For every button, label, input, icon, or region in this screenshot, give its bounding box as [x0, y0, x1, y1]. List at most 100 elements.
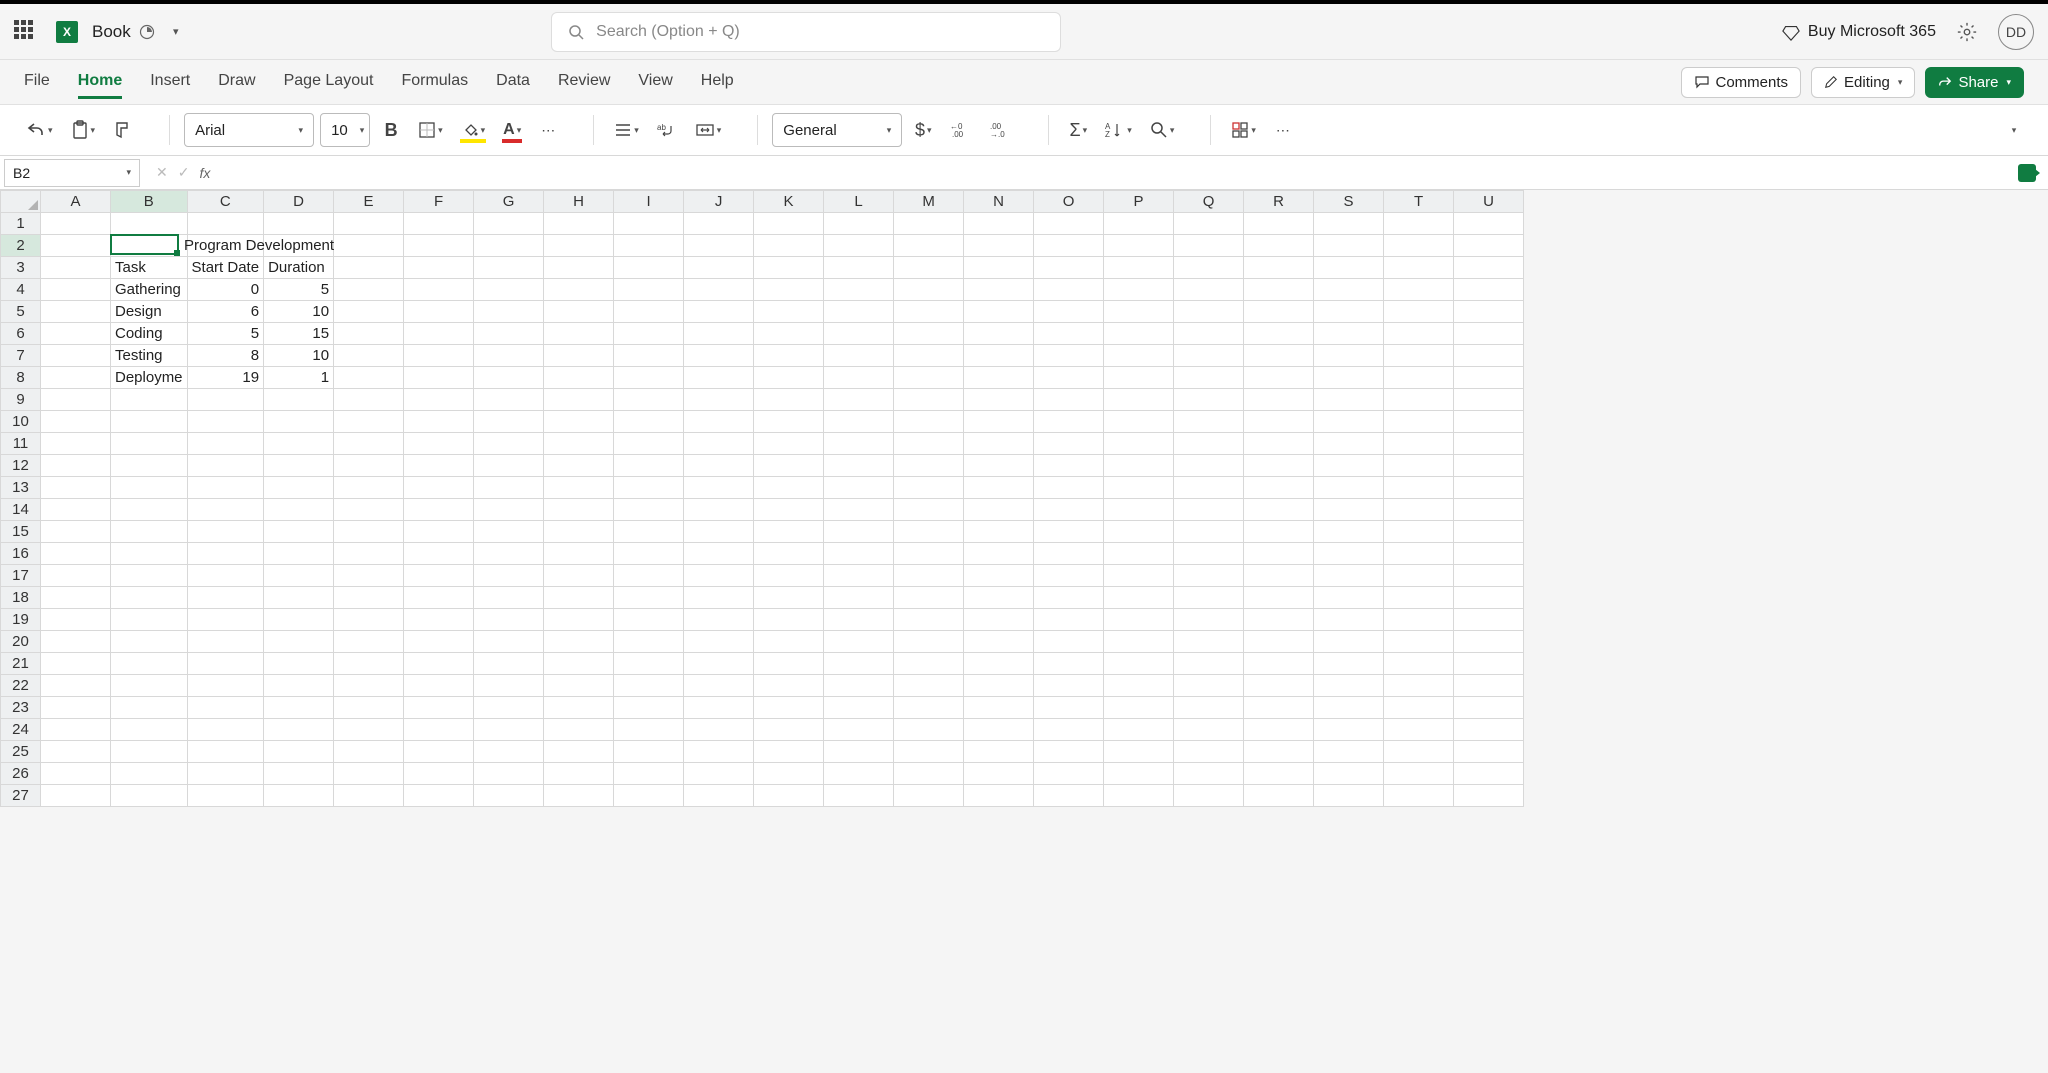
cell-N12[interactable]	[964, 455, 1034, 477]
cell-Q10[interactable]	[1174, 411, 1244, 433]
cell-P3[interactable]	[1104, 257, 1174, 279]
cell-P14[interactable]	[1104, 499, 1174, 521]
cell-H27[interactable]	[544, 785, 614, 807]
cell-R23[interactable]	[1244, 697, 1314, 719]
cell-G22[interactable]	[474, 675, 544, 697]
cell-J8[interactable]	[684, 367, 754, 389]
cell-E23[interactable]	[334, 697, 404, 719]
cell-I17[interactable]	[614, 565, 684, 587]
cell-M13[interactable]	[894, 477, 964, 499]
cell-E14[interactable]	[334, 499, 404, 521]
cell-A3[interactable]	[41, 257, 111, 279]
cell-D15[interactable]	[264, 521, 334, 543]
cell-O20[interactable]	[1034, 631, 1104, 653]
cell-T1[interactable]	[1384, 213, 1454, 235]
cell-L2[interactable]	[824, 235, 894, 257]
cell-A20[interactable]	[41, 631, 111, 653]
cell-Q18[interactable]	[1174, 587, 1244, 609]
cell-G6[interactable]	[474, 323, 544, 345]
cell-A19[interactable]	[41, 609, 111, 631]
cell-A8[interactable]	[41, 367, 111, 389]
cell-N5[interactable]	[964, 301, 1034, 323]
cell-P21[interactable]	[1104, 653, 1174, 675]
cell-K22[interactable]	[754, 675, 824, 697]
cell-K13[interactable]	[754, 477, 824, 499]
cell-I14[interactable]	[614, 499, 684, 521]
cell-M17[interactable]	[894, 565, 964, 587]
cell-G13[interactable]	[474, 477, 544, 499]
cell-P19[interactable]	[1104, 609, 1174, 631]
cell-R12[interactable]	[1244, 455, 1314, 477]
cell-R11[interactable]	[1244, 433, 1314, 455]
cell-K12[interactable]	[754, 455, 824, 477]
cell-L26[interactable]	[824, 763, 894, 785]
cell-A16[interactable]	[41, 543, 111, 565]
cell-S16[interactable]	[1314, 543, 1384, 565]
cell-Q9[interactable]	[1174, 389, 1244, 411]
cell-J9[interactable]	[684, 389, 754, 411]
cell-G8[interactable]	[474, 367, 544, 389]
cell-O11[interactable]	[1034, 433, 1104, 455]
cell-A12[interactable]	[41, 455, 111, 477]
cell-B1[interactable]	[111, 213, 188, 235]
cell-Q27[interactable]	[1174, 785, 1244, 807]
share-button[interactable]: Share ▾	[1925, 67, 2024, 98]
cell-J23[interactable]	[684, 697, 754, 719]
cell-F8[interactable]	[404, 367, 474, 389]
cell-M11[interactable]	[894, 433, 964, 455]
cell-B17[interactable]	[111, 565, 188, 587]
cell-T7[interactable]	[1384, 345, 1454, 367]
cell-N10[interactable]	[964, 411, 1034, 433]
cell-B9[interactable]	[111, 389, 188, 411]
cell-I3[interactable]	[614, 257, 684, 279]
cell-C15[interactable]	[187, 521, 264, 543]
cell-K8[interactable]	[754, 367, 824, 389]
cell-R13[interactable]	[1244, 477, 1314, 499]
cell-R7[interactable]	[1244, 345, 1314, 367]
cell-L24[interactable]	[824, 719, 894, 741]
cell-L10[interactable]	[824, 411, 894, 433]
row-header-23[interactable]: 23	[1, 697, 41, 719]
cell-T26[interactable]	[1384, 763, 1454, 785]
cell-O25[interactable]	[1034, 741, 1104, 763]
cell-T18[interactable]	[1384, 587, 1454, 609]
col-header-U[interactable]: U	[1454, 191, 1524, 213]
cell-F25[interactable]	[404, 741, 474, 763]
cell-R5[interactable]	[1244, 301, 1314, 323]
cell-H14[interactable]	[544, 499, 614, 521]
cell-S14[interactable]	[1314, 499, 1384, 521]
cell-F11[interactable]	[404, 433, 474, 455]
cell-K4[interactable]	[754, 279, 824, 301]
cell-J21[interactable]	[684, 653, 754, 675]
cell-J10[interactable]	[684, 411, 754, 433]
cell-T16[interactable]	[1384, 543, 1454, 565]
cell-D5[interactable]: 10	[264, 301, 334, 323]
cell-S7[interactable]	[1314, 345, 1384, 367]
cell-A26[interactable]	[41, 763, 111, 785]
cell-F24[interactable]	[404, 719, 474, 741]
cell-B7[interactable]: Testing	[111, 345, 188, 367]
cell-I1[interactable]	[614, 213, 684, 235]
row-header-21[interactable]: 21	[1, 653, 41, 675]
cell-S25[interactable]	[1314, 741, 1384, 763]
cell-F2[interactable]	[404, 235, 474, 257]
cell-M8[interactable]	[894, 367, 964, 389]
cell-D6[interactable]: 15	[264, 323, 334, 345]
cell-B21[interactable]	[111, 653, 188, 675]
cell-P11[interactable]	[1104, 433, 1174, 455]
cell-R25[interactable]	[1244, 741, 1314, 763]
cell-R6[interactable]	[1244, 323, 1314, 345]
ribbon-tab-file[interactable]: File	[24, 66, 50, 99]
cell-H8[interactable]	[544, 367, 614, 389]
ribbon-tab-draw[interactable]: Draw	[218, 66, 255, 99]
cell-G17[interactable]	[474, 565, 544, 587]
cell-A1[interactable]	[41, 213, 111, 235]
row-header-15[interactable]: 15	[1, 521, 41, 543]
cell-D26[interactable]	[264, 763, 334, 785]
cell-Q13[interactable]	[1174, 477, 1244, 499]
cell-S1[interactable]	[1314, 213, 1384, 235]
cell-I24[interactable]	[614, 719, 684, 741]
autosum-button[interactable]: Σ▾	[1063, 113, 1093, 147]
cell-U13[interactable]	[1454, 477, 1524, 499]
cell-G1[interactable]	[474, 213, 544, 235]
